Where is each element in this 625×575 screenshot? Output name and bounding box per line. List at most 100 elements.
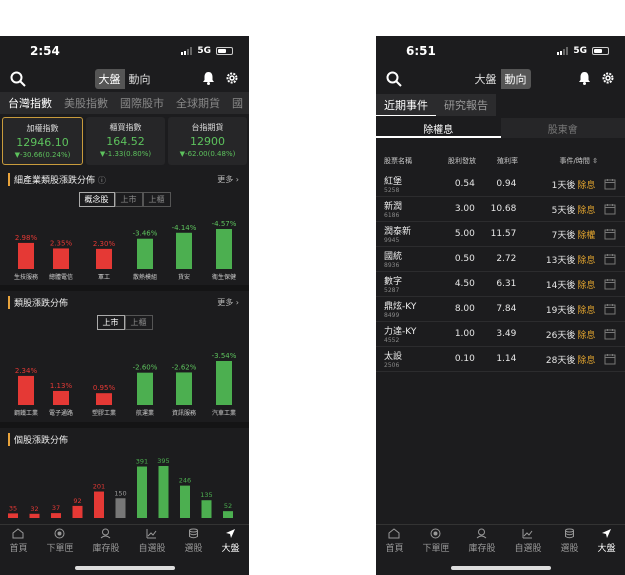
bar-value-label: 2.30% [93, 240, 116, 248]
info-icon[interactable]: ⓘ [98, 176, 106, 185]
table-row[interactable]: 鼎炫-KY 8499 8.00 7.84 19天後 除息 [376, 297, 625, 322]
chart-bar [96, 393, 112, 405]
nav-screener[interactable]: 選股 [184, 528, 203, 554]
network-label: 5G [197, 46, 211, 56]
col-event-time-sort[interactable]: 事件/時間 ⇳ [518, 156, 598, 166]
more-link[interactable]: 更多 › [217, 174, 239, 185]
search-icon[interactable] [10, 71, 26, 87]
stock-cell: 潤泰新 9945 [384, 224, 433, 244]
event-tabs: 近期事件 研究報告 [376, 94, 625, 116]
table-row[interactable]: 太設 2506 0.10 1.14 28天後 除息 [376, 347, 625, 372]
table-row[interactable]: 國統 8936 0.50 2.72 13天後 除息 [376, 247, 625, 272]
nav-order[interactable]: 下單匣 [422, 528, 450, 554]
event-days: 13天後 [545, 255, 576, 266]
bar-value-label: 92 [73, 497, 81, 505]
top-bar: 大盤 動向 [376, 66, 625, 92]
event-cell: 1天後 除息 [516, 178, 596, 191]
segment-trend[interactable]: 動向 [125, 69, 155, 89]
chart-icon [522, 529, 533, 539]
calendar-icon[interactable] [604, 353, 616, 365]
bar-value-label: -3.54% [212, 352, 237, 360]
col-dividend: 股利發放 [448, 157, 476, 165]
bar-value-label: -3.46% [133, 230, 158, 238]
table-row[interactable]: 數字 5287 4.50 6.31 14天後 除息 [376, 272, 625, 297]
event-days: 28天後 [545, 355, 576, 366]
nav-market[interactable]: 大盤 [597, 528, 616, 554]
calendar-icon[interactable] [604, 203, 616, 215]
chart-bar [176, 232, 192, 269]
nav-market[interactable]: 大盤 [221, 528, 240, 554]
bar-value-label: -2.60% [133, 364, 158, 372]
segment-otc[interactable]: 上櫃 [124, 315, 153, 330]
calendar-icon[interactable] [604, 278, 616, 290]
calendar-icon[interactable] [604, 253, 616, 265]
bar-category-label: 電子通路 [49, 409, 73, 417]
event-days: 26天後 [545, 330, 576, 341]
tab-us-index[interactable]: 美股指數 [64, 95, 108, 111]
calendar-icon[interactable] [604, 228, 616, 240]
segment-otc[interactable]: 上櫃 [142, 192, 171, 207]
nav-inventory[interactable]: 庫存股 [92, 528, 120, 554]
calendar-icon[interactable] [604, 328, 616, 340]
index-change: ▼-1.33(0.80%) [99, 150, 152, 158]
chart-bar [51, 513, 61, 518]
nav-home[interactable]: 首頁 [9, 528, 28, 554]
chart-bar [158, 466, 169, 518]
segment-listed[interactable]: 上市 [96, 315, 125, 330]
gear-icon[interactable] [601, 71, 615, 85]
subtab-dividend[interactable]: 除權息 [376, 118, 501, 138]
bell-icon[interactable] [578, 71, 591, 85]
industry-bar-chart: 2.98% 生技服務 2.35% 總體電信 2.30% 軍工 -3.46% 散熱模組 -4.14… [14, 220, 237, 281]
nav-order[interactable]: 下單匣 [46, 528, 74, 554]
index-card-taiex[interactable]: 加權指數 12946.10 ▼-30.66(0.24%) [2, 117, 83, 165]
yield-value: 11.57 [490, 229, 517, 239]
event-days: 7天後 [551, 230, 576, 241]
nav-watchlist[interactable]: 自選股 [138, 528, 166, 554]
dividend-value: 0.50 [454, 254, 475, 264]
nav-screener[interactable]: 選股 [560, 528, 579, 554]
search-icon[interactable] [386, 71, 402, 87]
calendar-icon[interactable] [604, 178, 616, 190]
table-row[interactable]: 潤泰新 9945 5.00 11.57 7天後 除權 [376, 222, 625, 247]
tab-recent-events[interactable]: 近期事件 [376, 94, 436, 116]
subtab-shareholder-meeting[interactable]: 股東會 [500, 118, 625, 138]
bar-category-label: 衛生保健 [212, 273, 236, 281]
stock-cell: 力達-KY 4552 [384, 324, 433, 344]
table-row[interactable]: 紅堡 5258 0.54 0.94 1天後 除息 [376, 172, 625, 197]
dividend-value: 3.00 [454, 204, 475, 214]
tab-more[interactable]: 國 [232, 95, 243, 111]
tab-taiwan-index[interactable]: 台灣指數 [8, 95, 52, 111]
table-row[interactable]: 力達-KY 4552 1.00 3.49 26天後 除息 [376, 322, 625, 347]
index-card-futures[interactable]: 台指期貨 12900 ▼-62.00(0.48%) [168, 117, 247, 165]
nav-watchlist[interactable]: 自選股 [514, 528, 542, 554]
segment-trend[interactable]: 動向 [500, 69, 531, 89]
event-type: 除權 [577, 230, 596, 241]
more-link[interactable]: 更多 › [217, 297, 239, 308]
tab-global-futures[interactable]: 全球期貨 [176, 95, 220, 111]
segment-market[interactable]: 大盤 [94, 69, 125, 89]
event-days: 19天後 [545, 305, 576, 316]
table-row[interactable]: 新潤 6186 3.00 10.68 5天後 除息 [376, 197, 625, 222]
gear-icon[interactable] [225, 71, 239, 85]
stock-name: 太設 [384, 352, 403, 362]
calendar-icon[interactable] [604, 303, 616, 315]
bell-icon[interactable] [202, 71, 215, 85]
chart-bar [137, 238, 153, 269]
yield-value: 7.84 [496, 304, 517, 314]
segment-market[interactable]: 大盤 [471, 69, 501, 89]
event-cell: 13天後 除息 [516, 253, 595, 266]
tab-research-report[interactable]: 研究報告 [436, 94, 496, 116]
table-header: 股票名稱 股利發放 殖利率 事件/時間 ⇳ [376, 150, 625, 172]
event-type: 除息 [577, 330, 596, 341]
nav-inventory[interactable]: 庫存股 [468, 528, 496, 554]
segment-concept[interactable]: 概念股 [78, 192, 115, 207]
segment-listed[interactable]: 上市 [114, 192, 143, 207]
bar-value-label: 2.34% [15, 367, 38, 375]
col-yield[interactable]: 殖利率 [476, 156, 518, 166]
nav-home[interactable]: 首頁 [385, 528, 404, 554]
tab-intl-market[interactable]: 國際股市 [120, 95, 164, 111]
index-change: ▼-62.00(0.48%) [179, 150, 236, 158]
chart-bar [223, 511, 233, 518]
index-card-otc[interactable]: 櫃買指數 164.52 ▼-1.33(0.80%) [86, 117, 165, 165]
battery-icon [592, 47, 609, 55]
